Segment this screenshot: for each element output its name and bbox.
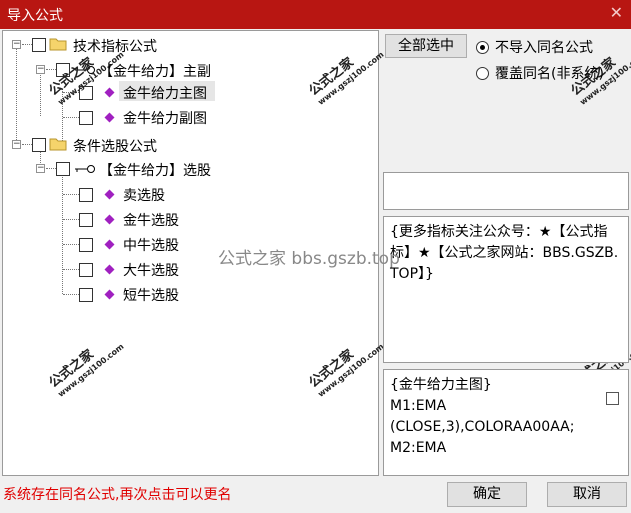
gem-icon bbox=[104, 214, 115, 225]
checkbox[interactable] bbox=[79, 288, 93, 302]
gem-icon bbox=[104, 289, 115, 300]
tree-item[interactable]: 金牛给力副图 bbox=[3, 106, 373, 127]
tree-node-root2[interactable]: − 条件选股公式 bbox=[3, 135, 373, 155]
checkbox[interactable] bbox=[32, 38, 46, 52]
radio-overwrite-same-name[interactable]: 覆盖同名(非系统) bbox=[476, 63, 604, 83]
folder-icon bbox=[49, 138, 67, 151]
gem-icon bbox=[104, 264, 115, 275]
checkbox[interactable] bbox=[56, 162, 70, 176]
window-title: 导入公式 bbox=[7, 8, 63, 24]
formula-line: M1:EMA bbox=[390, 398, 447, 414]
tree-item[interactable]: 金牛选股 bbox=[3, 208, 373, 229]
collapse-icon[interactable]: − bbox=[36, 164, 45, 173]
checkbox[interactable] bbox=[79, 238, 93, 252]
formula-name-line: {金牛给力主图} bbox=[390, 377, 492, 393]
tree-node-label: 条件选股公式 bbox=[73, 139, 157, 155]
gem-icon bbox=[104, 189, 115, 200]
checkbox[interactable] bbox=[32, 138, 46, 152]
preview-checkbox[interactable] bbox=[606, 392, 619, 405]
checkbox[interactable] bbox=[79, 263, 93, 277]
checkbox[interactable] bbox=[79, 188, 93, 202]
key-icon bbox=[75, 165, 95, 173]
tree-node-label: 【金牛给力】选股 bbox=[99, 163, 211, 179]
description-box: {更多指标关注公众号：★【公式指标】★【公式之家网站：BBS.GSZB.TOP】… bbox=[383, 216, 629, 363]
close-icon[interactable]: ✕ bbox=[610, 3, 623, 22]
tree-node-group2[interactable]: − 【金牛给力】选股 bbox=[3, 159, 373, 179]
collapse-icon[interactable]: − bbox=[12, 140, 21, 149]
formula-line: M2:EMA bbox=[390, 440, 447, 456]
tree-item-label: 金牛选股 bbox=[123, 213, 179, 229]
tree-item-label: 金牛给力主图 bbox=[123, 86, 207, 102]
tree-item-label: 短牛选股 bbox=[123, 288, 179, 304]
tree-item-label: 大牛选股 bbox=[123, 263, 179, 279]
tree-node-root1[interactable]: − 技术指标公式 bbox=[3, 35, 373, 55]
info-box bbox=[383, 172, 629, 210]
ok-button[interactable]: 确定 bbox=[447, 482, 527, 507]
checkbox[interactable] bbox=[79, 213, 93, 227]
tree-item-label: 中牛选股 bbox=[123, 238, 179, 254]
gem-icon bbox=[104, 87, 115, 98]
select-all-button[interactable]: 全部选中 bbox=[385, 34, 467, 58]
tree-item[interactable]: 短牛选股 bbox=[3, 283, 373, 304]
radio-skip-same-name[interactable]: 不导入同名公式 bbox=[476, 37, 593, 57]
cancel-button[interactable]: 取消 bbox=[547, 482, 627, 507]
gem-icon bbox=[104, 112, 115, 123]
formula-line: (CLOSE,3),COLORAA00AA; bbox=[390, 419, 575, 435]
collapse-icon[interactable]: − bbox=[12, 40, 21, 49]
tree-item-label: 金牛给力副图 bbox=[123, 111, 207, 127]
center-watermark: 公式之家 bbs.gszb.top bbox=[218, 249, 400, 269]
description-text: {更多指标关注公众号：★【公式指标】★【公式之家网站：BBS.GSZB.TOP】… bbox=[390, 224, 619, 282]
gem-icon bbox=[104, 239, 115, 250]
formula-preview-box[interactable]: {金牛给力主图} M1:EMA (CLOSE,3),COLORAA00AA; M… bbox=[383, 369, 629, 476]
radio-icon[interactable] bbox=[476, 41, 489, 54]
status-message: 系统存在同名公式,再次点击可以更名 bbox=[3, 487, 232, 503]
tree-item-label: 卖选股 bbox=[123, 188, 165, 204]
collapse-icon[interactable]: − bbox=[36, 65, 45, 74]
radio-icon[interactable] bbox=[476, 67, 489, 80]
folder-icon bbox=[49, 38, 67, 51]
tree-item[interactable]: 卖选股 bbox=[3, 183, 373, 204]
title-bar: 导入公式 ✕ bbox=[0, 0, 631, 29]
checkbox[interactable] bbox=[79, 111, 93, 125]
